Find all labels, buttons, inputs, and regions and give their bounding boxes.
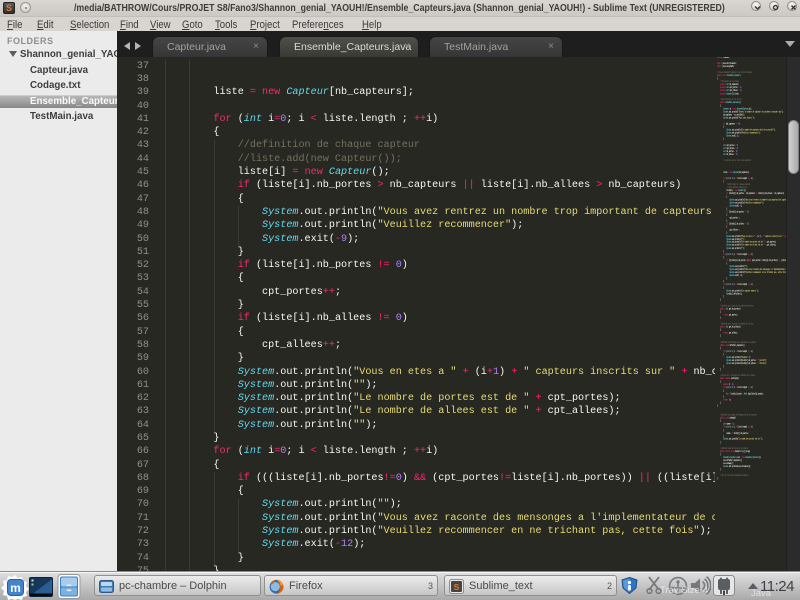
svg-text:S: S xyxy=(454,582,460,592)
svg-text:m: m xyxy=(10,581,21,595)
